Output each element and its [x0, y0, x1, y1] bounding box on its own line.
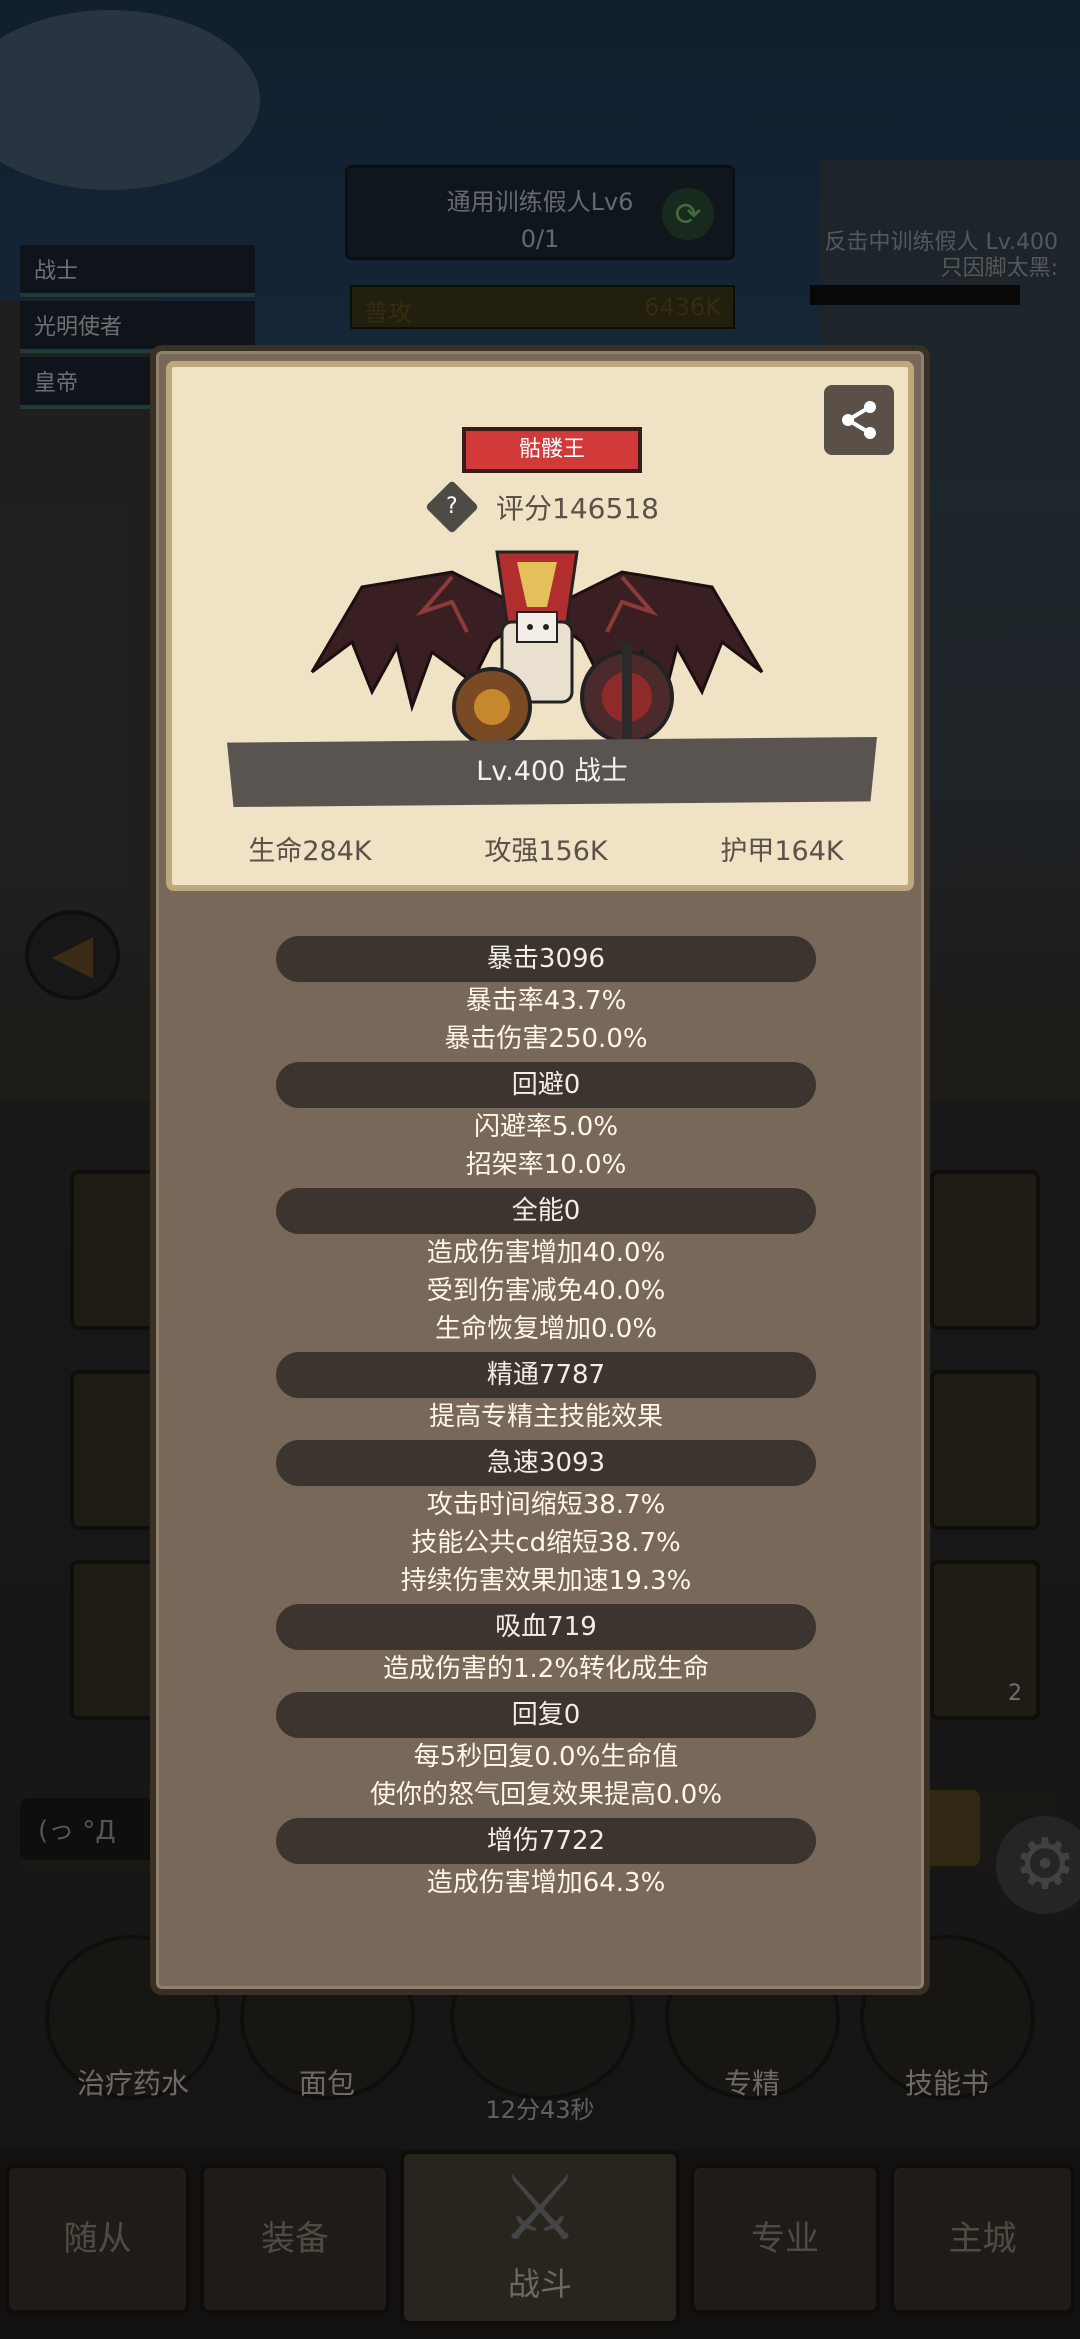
base-stats: 生命284K 攻强156K 护甲164K [172, 829, 920, 868]
stat-detail: 闪避率5.0% [473, 1112, 619, 1142]
hero-portrait [310, 550, 764, 762]
armor-stat: 护甲164K [720, 836, 844, 867]
stat-section-header: 暴击3096 [276, 936, 816, 982]
stat-detail: 招架率10.0% [465, 1150, 627, 1180]
stat-detail: 技能公共cd缩短38.7% [411, 1528, 681, 1558]
stat-section-header: 急速3093 [276, 1440, 816, 1486]
stat-section-header: 回复0 [276, 1692, 816, 1738]
stat-section-header: 回避0 [276, 1062, 816, 1108]
stat-detail: 提高专精主技能效果 [428, 1402, 663, 1432]
health-stat: 生命284K [248, 836, 372, 867]
help-icon[interactable]: ? [425, 480, 479, 534]
level-class-banner: Lv.400 战士 [227, 737, 877, 807]
stat-section-header: 精通7787 [276, 1352, 816, 1398]
stat-detail: 受到伤害减免40.0% [426, 1276, 666, 1306]
score-row: ? 评分146518 [172, 480, 920, 534]
score-text: 评分146518 [496, 492, 659, 525]
stat-detail: 攻击时间缩短38.7% [426, 1490, 666, 1520]
stat-section-header: 增伤7722 [276, 1818, 816, 1864]
stat-detail: 暴击伤害250.0% [444, 1024, 648, 1054]
stat-detail: 生命恢复增加0.0% [434, 1314, 658, 1344]
stat-detail: 每5秒回复0.0%生命值 [413, 1742, 679, 1772]
character-stats-modal: 骷髅王 ? 评分146518 Lv.400 战士 生命284K 攻强156K 护… [150, 345, 930, 1995]
stat-detail: 造成伤害的1.2%转化成生命 [382, 1654, 710, 1684]
stat-detail: 使你的怒气回复效果提高0.0% [369, 1780, 723, 1810]
stat-detail: 造成伤害增加40.0% [426, 1238, 666, 1268]
character-header-card: 骷髅王 ? 评分146518 Lv.400 战士 生命284K 攻强156K 护… [166, 361, 914, 891]
secondary-stats-list: 暴击3096 暴击率43.7% 暴击伤害250.0% 回避0 闪避率5.0% 招… [156, 936, 936, 1902]
boss-name-badge: 骷髅王 [462, 427, 642, 473]
stat-section-header: 吸血719 [276, 1604, 816, 1650]
stat-detail: 暴击率43.7% [465, 986, 627, 1016]
stat-section-header: 全能0 [276, 1188, 816, 1234]
stat-detail: 持续伤害效果加速19.3% [400, 1566, 692, 1596]
stat-detail: 造成伤害增加64.3% [426, 1868, 666, 1898]
attack-power-stat: 攻强156K [484, 836, 608, 867]
share-icon[interactable] [824, 385, 894, 455]
